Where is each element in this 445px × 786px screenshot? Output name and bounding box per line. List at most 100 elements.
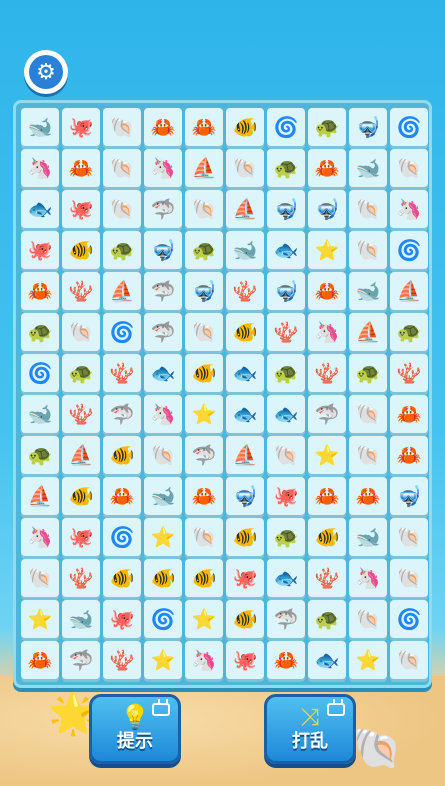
tile-shell[interactable]: 🐚 [103,190,141,228]
tile-star[interactable]: ⭐ [308,436,346,474]
tile-octopus[interactable]: 🐙 [103,600,141,638]
tile-seahorse[interactable]: 🦄 [308,313,346,351]
tile-fish[interactable]: 🐠 [308,518,346,556]
tile-shell[interactable]: 🐚 [349,600,387,638]
tile-shell[interactable]: 🐚 [21,559,59,597]
tile-bluefish[interactable]: 🐟 [267,559,305,597]
tile-bluefish[interactable]: 🐟 [226,395,264,433]
tile-shark[interactable]: 🦈 [144,313,182,351]
tile-octopus[interactable]: 🐙 [62,518,100,556]
tile-snorkel[interactable]: 🤿 [185,272,223,310]
tile-coral[interactable]: 🪸 [226,272,264,310]
tile-crab[interactable]: 🦀 [62,149,100,187]
tile-turtle[interactable]: 🐢 [267,149,305,187]
tile-snorkel[interactable]: 🤿 [226,477,264,515]
tile-whale[interactable]: 🐋 [21,395,59,433]
tile-boat[interactable]: ⛵ [185,149,223,187]
tile-boat[interactable]: ⛵ [349,313,387,351]
settings-button[interactable]: ⚙ [24,50,68,94]
tile-turtle[interactable]: 🐢 [62,354,100,392]
hint-button[interactable]: 💡 提示 [89,694,181,764]
tile-turtle[interactable]: 🐢 [267,354,305,392]
tile-snorkel[interactable]: 🤿 [267,190,305,228]
tile-star[interactable]: ⭐ [308,231,346,269]
tile-turtle[interactable]: 🐢 [185,231,223,269]
tile-snail[interactable]: 🌀 [390,108,428,146]
tile-octopus[interactable]: 🐙 [62,108,100,146]
tile-boat[interactable]: ⛵ [226,436,264,474]
tile-octopus[interactable]: 🐙 [21,231,59,269]
tile-bluefish[interactable]: 🐟 [144,354,182,392]
tile-bluefish[interactable]: 🐟 [226,354,264,392]
tile-star[interactable]: ⭐ [185,395,223,433]
tile-shark[interactable]: 🦈 [144,272,182,310]
tile-whale[interactable]: 🐋 [226,231,264,269]
tile-fish[interactable]: 🐠 [144,559,182,597]
tile-seahorse[interactable]: 🦄 [349,559,387,597]
tile-shell[interactable]: 🐚 [62,313,100,351]
tile-snail[interactable]: 🌀 [390,600,428,638]
tile-turtle[interactable]: 🐢 [21,313,59,351]
tile-fish[interactable]: 🐠 [185,559,223,597]
tile-turtle[interactable]: 🐢 [103,231,141,269]
tile-crab[interactable]: 🦀 [185,477,223,515]
tile-crab[interactable]: 🦀 [308,477,346,515]
tile-shark[interactable]: 🦈 [267,600,305,638]
tile-octopus[interactable]: 🐙 [62,190,100,228]
tile-star[interactable]: ⭐ [349,641,387,679]
tile-fish[interactable]: 🐠 [103,559,141,597]
tile-snorkel[interactable]: 🤿 [390,477,428,515]
tile-coral[interactable]: 🪸 [62,559,100,597]
tile-snail[interactable]: 🌀 [390,231,428,269]
tile-shark[interactable]: 🦈 [308,395,346,433]
tile-turtle[interactable]: 🐢 [390,313,428,351]
tile-shell[interactable]: 🐚 [185,313,223,351]
tile-shell[interactable]: 🐚 [144,436,182,474]
tile-turtle[interactable]: 🐢 [21,436,59,474]
tile-crab[interactable]: 🦀 [21,272,59,310]
tile-snail[interactable]: 🌀 [103,518,141,556]
tile-shell[interactable]: 🐚 [103,149,141,187]
tile-snorkel[interactable]: 🤿 [308,190,346,228]
tile-seahorse[interactable]: 🦄 [21,518,59,556]
tile-fish[interactable]: 🐠 [226,600,264,638]
tile-seahorse[interactable]: 🦄 [144,395,182,433]
tile-snorkel[interactable]: 🤿 [267,272,305,310]
tile-coral[interactable]: 🪸 [390,354,428,392]
tile-coral[interactable]: 🪸 [267,313,305,351]
tile-coral[interactable]: 🪸 [62,395,100,433]
tile-shell[interactable]: 🐚 [185,190,223,228]
tile-shell[interactable]: 🐚 [390,518,428,556]
tile-crab[interactable]: 🦀 [390,395,428,433]
tile-whale[interactable]: 🐋 [349,272,387,310]
tile-coral[interactable]: 🪸 [308,559,346,597]
tile-fish[interactable]: 🐠 [226,518,264,556]
tile-fish[interactable]: 🐠 [103,436,141,474]
tile-turtle[interactable]: 🐢 [267,518,305,556]
tile-boat[interactable]: ⛵ [62,436,100,474]
tile-seahorse[interactable]: 🦄 [185,641,223,679]
tile-coral[interactable]: 🪸 [308,354,346,392]
tile-shell[interactable]: 🐚 [349,436,387,474]
tile-snail[interactable]: 🌀 [103,313,141,351]
tile-shell[interactable]: 🐚 [390,641,428,679]
tile-fish[interactable]: 🐠 [185,354,223,392]
tile-fish[interactable]: 🐠 [226,313,264,351]
tile-coral[interactable]: 🪸 [103,354,141,392]
tile-boat[interactable]: ⛵ [390,272,428,310]
tile-fish[interactable]: 🐠 [62,477,100,515]
tile-shark[interactable]: 🦈 [144,190,182,228]
tile-snorkel[interactable]: 🤿 [349,108,387,146]
tile-star[interactable]: ⭐ [185,600,223,638]
tile-whale[interactable]: 🐋 [349,149,387,187]
tile-shell[interactable]: 🐚 [349,395,387,433]
tile-shark[interactable]: 🦈 [103,395,141,433]
tile-whale[interactable]: 🐋 [349,518,387,556]
tile-bluefish[interactable]: 🐟 [267,231,305,269]
tile-turtle[interactable]: 🐢 [308,600,346,638]
tile-crab[interactable]: 🦀 [185,108,223,146]
tile-bluefish[interactable]: 🐟 [308,641,346,679]
tile-bluefish[interactable]: 🐟 [267,395,305,433]
tile-shell[interactable]: 🐚 [349,231,387,269]
tile-crab[interactable]: 🦀 [308,272,346,310]
